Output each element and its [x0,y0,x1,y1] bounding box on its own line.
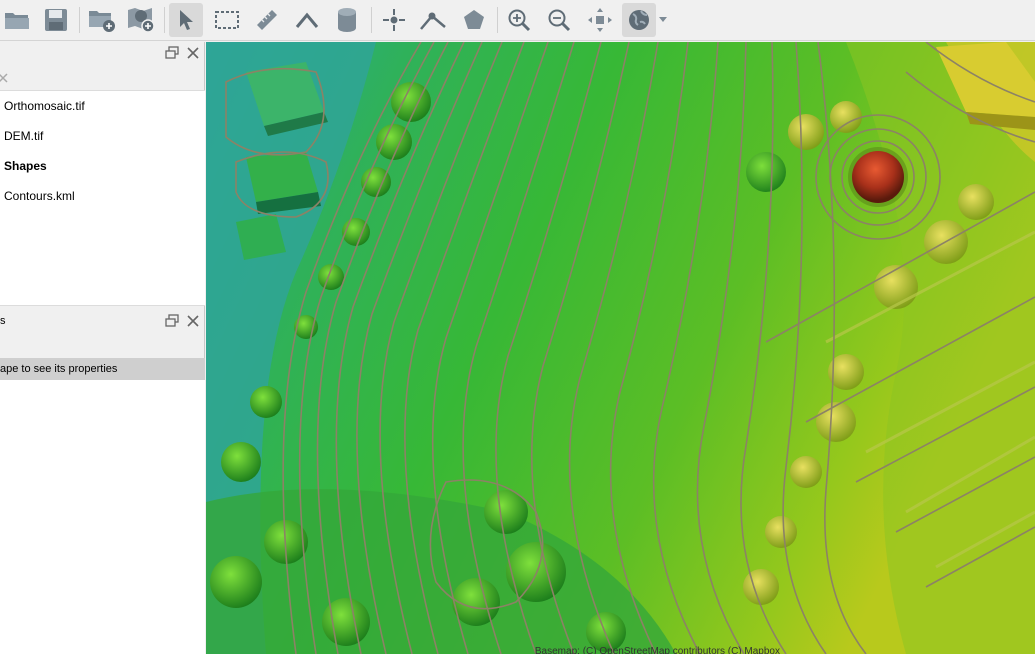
layer-item-orthomosaic[interactable]: Orthomosaic.tif [4,99,85,113]
zoom-in-icon [508,9,531,32]
dashed-rectangle-icon [215,11,239,29]
toolbar-separator [497,7,498,33]
toolbar-separator [79,7,80,33]
zoom-in-button[interactable] [502,3,536,37]
close-icon[interactable] [185,313,201,329]
map-canvas[interactable]: Basemap: (C) OpenStreetMap contributors … [206,42,1035,654]
save-button[interactable] [39,3,73,37]
dem-hillshade-map [206,42,1035,654]
cursor-arrow-icon [180,10,193,30]
peak-mound [852,151,904,203]
add-map-service-button[interactable] [124,3,158,37]
properties-panel-header [0,308,205,330]
ruler-icon [257,10,277,30]
layers-filter-bar [0,64,205,90]
toolbar-separator [371,7,372,33]
toolbar-separator [164,7,165,33]
properties-panel-title: s [0,315,6,327]
measure-distance-button[interactable] [250,3,284,37]
left-sidebar: Orthomosaic.tif DEM.tif Shapes Contours.… [0,42,205,654]
zoom-out-button[interactable] [542,3,576,37]
zoom-out-icon [548,9,571,32]
layers-list: Orthomosaic.tif DEM.tif Shapes Contours.… [0,90,205,306]
basemap-button[interactable] [622,3,656,37]
layer-item-dem[interactable]: DEM.tif [4,129,43,143]
polyline-icon [295,12,319,28]
layer-item-contours[interactable]: Contours.kml [4,189,75,203]
zoom-extent-icon [588,8,612,32]
map-pin-add-icon [128,8,155,33]
save-icon [45,9,67,31]
add-layer-button[interactable] [85,3,119,37]
cylinder-icon [338,8,356,32]
add-line-button[interactable] [416,3,450,37]
float-window-icon[interactable] [164,313,180,329]
layer-group-shapes[interactable]: Shapes [4,159,47,173]
select-rectangle-button[interactable] [210,3,244,37]
main-toolbar [0,0,1035,41]
properties-body [0,380,205,654]
add-folder-icon [89,11,115,32]
dropdown-arrow-icon [659,17,667,22]
select-tool-button[interactable] [169,3,203,37]
open-folder-button[interactable] [0,3,34,37]
folder-icon [5,13,29,29]
close-icon[interactable] [185,45,201,61]
pentagon-icon [464,10,484,29]
add-point-button[interactable] [377,3,411,37]
volume-button[interactable] [330,3,364,37]
basemap-dropdown[interactable] [656,3,670,37]
map-attribution: Basemap: (C) OpenStreetMap contributors … [534,646,780,654]
draw-polyline-button[interactable] [290,3,324,37]
properties-hint: ape to see its properties [0,358,205,380]
layers-panel-header [0,42,205,64]
float-window-icon[interactable] [164,45,180,61]
line-node-icon [420,12,446,30]
zoom-extent-button[interactable] [583,3,617,37]
add-polygon-button[interactable] [457,3,491,37]
globe-icon [629,10,649,30]
clear-filter-icon[interactable] [0,73,8,83]
point-crosshair-icon [383,9,405,31]
